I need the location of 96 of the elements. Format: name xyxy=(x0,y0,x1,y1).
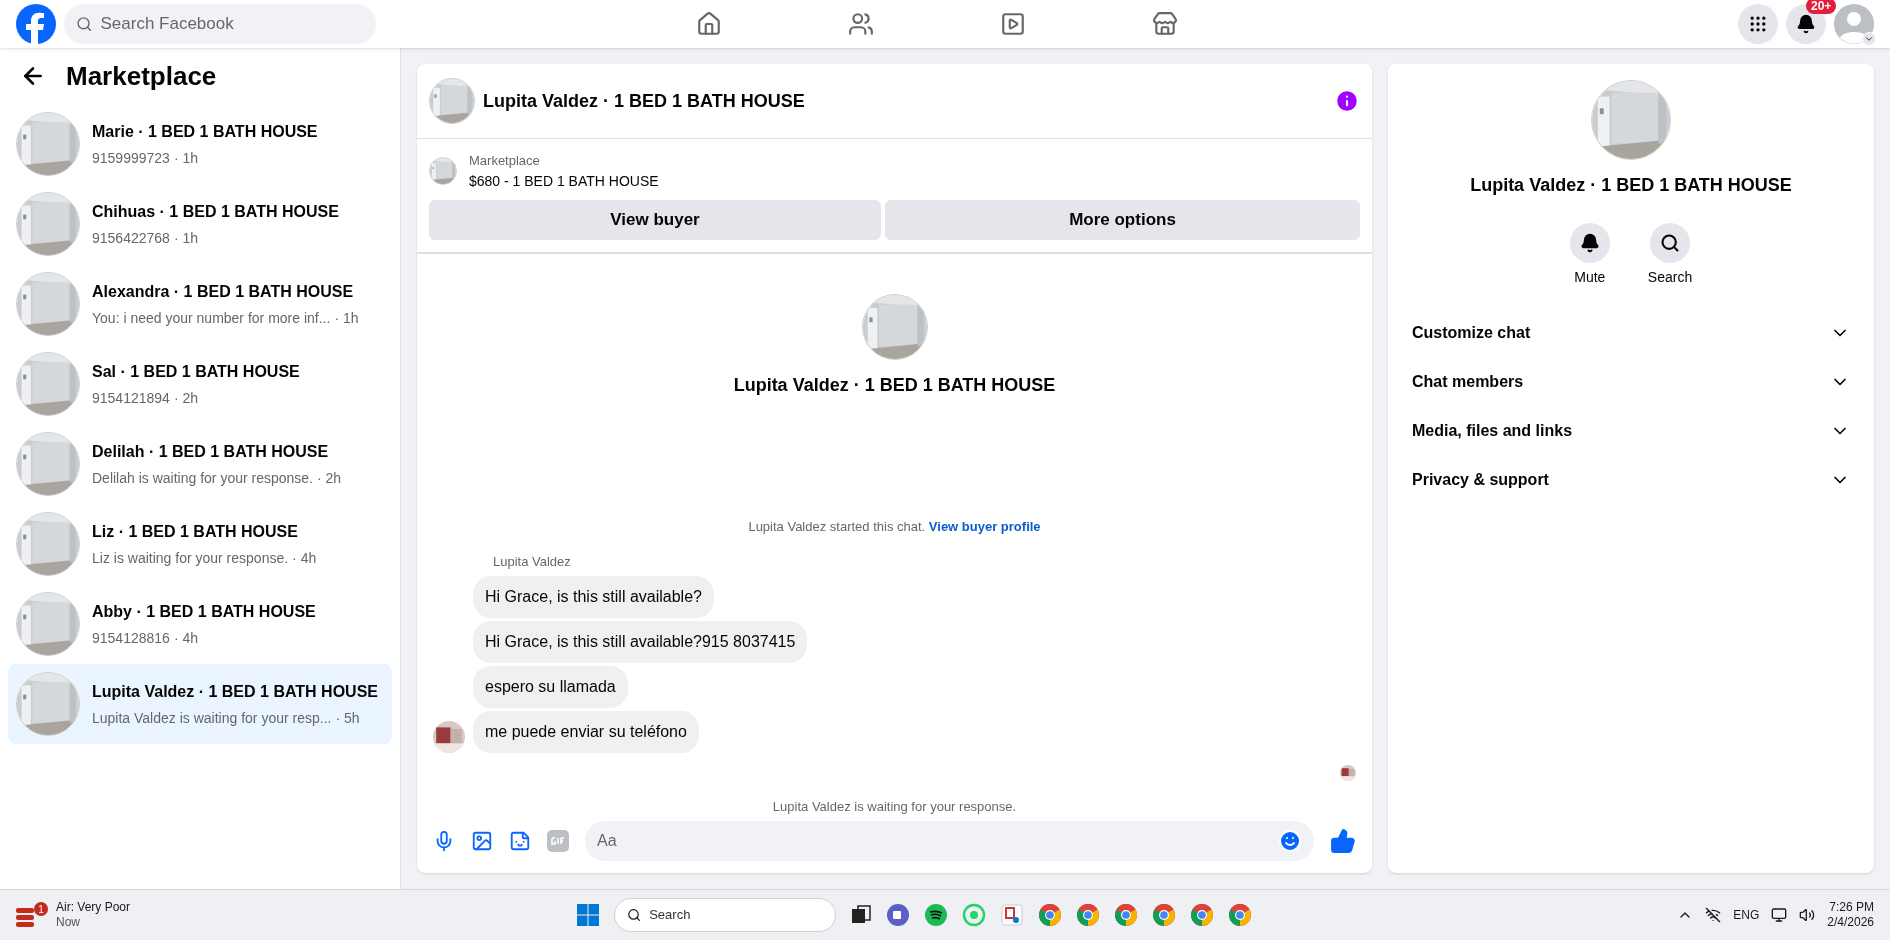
photo-icon[interactable] xyxy=(471,830,493,852)
caret-icon[interactable] xyxy=(1862,32,1876,46)
conversation-item[interactable]: Delilah · 1 BED 1 BATH HOUSE Delilah is waiting for your response. · 2h xyxy=(8,424,392,504)
conversation-title: Abby · 1 BED 1 BATH HOUSE xyxy=(92,601,316,622)
details-section[interactable]: Customize chat xyxy=(1404,308,1858,357)
task-view-icon[interactable] xyxy=(850,904,872,926)
search-input[interactable]: Search xyxy=(649,905,823,925)
message-input[interactable]: Aa xyxy=(597,829,1278,853)
conversation-preview: 9154121894 xyxy=(92,388,170,408)
conversation-preview: 9154128816 xyxy=(92,628,170,648)
bell-icon xyxy=(1796,14,1816,34)
conversation-time: · 1h xyxy=(173,228,198,248)
conversation-time: · 1h xyxy=(173,148,198,168)
weather-title: Air: Very Poor xyxy=(56,900,131,915)
menu-icon xyxy=(1748,14,1768,34)
conversation-title: Sal · 1 BED 1 BATH HOUSE xyxy=(92,361,300,382)
conversation-time: · 2h xyxy=(317,468,342,488)
message-field[interactable]: Aa xyxy=(585,821,1314,861)
action-button[interactable]: More options xyxy=(885,199,1360,240)
conversation-item[interactable]: Lupita Valdez · 1 BED 1 BATH HOUSE Lupita Valdez is waiting for your resp... · 5h xyxy=(8,664,392,744)
chat-started-text: Lupita Valdez started this chat. xyxy=(748,518,926,534)
notification-badge: 20+ xyxy=(1806,0,1837,14)
menu-button[interactable] xyxy=(1738,4,1778,44)
browser-icon[interactable] xyxy=(1076,903,1100,927)
browser-icon[interactable] xyxy=(1114,903,1138,927)
video-icon[interactable] xyxy=(1000,11,1026,37)
windows-icon[interactable] xyxy=(576,903,600,927)
conversation-time: · 4h xyxy=(292,548,317,568)
conversation-preview: Liz is waiting for your response. xyxy=(92,548,289,568)
message-bubble: Hi Grace, is this still available? xyxy=(473,575,714,618)
conversation-item[interactable]: Alexandra · 1 BED 1 BATH HOUSE You: i need your number for more inf... · 1h xyxy=(8,264,392,344)
chat-intro-title: Lupita Valdez · 1 BED 1 BATH HOUSE xyxy=(733,373,1056,397)
details-title: Lupita Valdez · 1 BED 1 BATH HOUSE xyxy=(1470,174,1792,197)
conversation-title: Chihuas · 1 BED 1 BATH HOUSE xyxy=(92,201,339,222)
volume-icon[interactable] xyxy=(1799,907,1816,923)
like-icon[interactable] xyxy=(1330,828,1356,854)
air-quality-icon[interactable] xyxy=(16,908,34,928)
details-section[interactable]: Media, files and links xyxy=(1404,406,1858,455)
chat-title: Lupita Valdez · 1 BED 1 BATH HOUSE xyxy=(483,89,805,113)
search-icon xyxy=(76,15,93,33)
listing-name: $680 - 1 BED 1 BATH HOUSE xyxy=(469,171,659,191)
browser-icon[interactable] xyxy=(1228,903,1252,927)
home-icon[interactable] xyxy=(696,11,722,37)
conversation-time: · 1h xyxy=(334,308,359,328)
friends-icon[interactable] xyxy=(848,11,874,37)
search-field[interactable]: Search Facebook xyxy=(64,4,376,44)
conversation-preview: You: i need your number for more inf... xyxy=(92,308,331,328)
action-button[interactable]: View buyer xyxy=(429,199,881,240)
conversation-time: · 4h xyxy=(173,628,198,648)
browser-icon[interactable] xyxy=(1152,903,1176,927)
buyer-profile-link[interactable]: View buyer profile xyxy=(928,518,1041,534)
message-bubble: Hi Grace, is this still available?915 8037415 xyxy=(473,620,808,663)
conversation-title: Liz · 1 BED 1 BATH HOUSE xyxy=(92,521,299,542)
conversation-title: Lupita Valdez · 1 BED 1 BATH HOUSE xyxy=(92,681,378,702)
bell-icon xyxy=(1579,233,1600,253)
details-section[interactable]: Chat members xyxy=(1404,357,1858,406)
conversation-preview: 9159999723 xyxy=(92,148,170,168)
conversation-item[interactable]: Sal · 1 BED 1 BATH HOUSE 9154121894 · 2h xyxy=(8,344,392,424)
language-indicator[interactable]: ENG xyxy=(1733,906,1760,924)
sender-name: Lupita Valdez xyxy=(493,553,572,571)
waiting-text: Lupita Valdez is waiting for your response. xyxy=(771,797,1018,816)
conversation-item[interactable]: Liz · 1 BED 1 BATH HOUSE Liz is waiting for your response. · 4h xyxy=(8,504,392,584)
conversation-time: · 2h xyxy=(173,388,198,408)
search-input[interactable]: Search Facebook xyxy=(100,11,364,37)
conversation-time: · 5h xyxy=(335,708,360,728)
display-icon[interactable] xyxy=(1771,907,1788,923)
logo-icon[interactable] xyxy=(16,4,56,44)
message-bubble: me puede enviar su teléfono xyxy=(473,710,699,753)
info-icon[interactable] xyxy=(1334,88,1360,114)
weather-badge: 1 xyxy=(34,902,48,916)
listing-source: Marketplace xyxy=(469,152,541,170)
conversation-item[interactable]: Marie · 1 BED 1 BATH HOUSE 9159999723 · 1h xyxy=(8,104,392,184)
taskbar-search-field[interactable]: Search xyxy=(614,898,836,932)
conversation-preview: 9156422768 xyxy=(92,228,170,248)
clock-date[interactable]: 2/4/2026 xyxy=(1827,915,1874,930)
sidebar-title: Marketplace xyxy=(66,59,217,93)
browser-icon[interactable] xyxy=(1038,903,1062,927)
conversation-title: Alexandra · 1 BED 1 BATH HOUSE xyxy=(92,281,355,302)
network-icon[interactable] xyxy=(1705,907,1722,923)
message-bubble: espero su llamada xyxy=(473,665,628,708)
sticker-icon[interactable] xyxy=(509,830,531,852)
conversation-title: Delilah · 1 BED 1 BATH HOUSE xyxy=(92,441,330,462)
emoji-icon[interactable] xyxy=(1278,829,1302,853)
weather-subtitle: Now xyxy=(56,915,81,930)
search-icon xyxy=(1660,233,1680,253)
clock-time[interactable]: 7:26 PM xyxy=(1829,900,1874,915)
search-icon xyxy=(627,907,642,923)
conversation-item[interactable]: Chihuas · 1 BED 1 BATH HOUSE 9156422768 · 1h xyxy=(8,184,392,264)
details-section[interactable]: Privacy & support xyxy=(1404,455,1858,504)
conversation-item[interactable]: Abby · 1 BED 1 BATH HOUSE 9154128816 · 4h xyxy=(8,584,392,664)
browser-icon[interactable] xyxy=(1190,903,1214,927)
conversation-preview: Lupita Valdez is waiting for your resp... xyxy=(92,708,332,728)
conversation-title: Marie · 1 BED 1 BATH HOUSE xyxy=(92,121,318,142)
marketplace-icon[interactable] xyxy=(1152,11,1178,37)
conversation-preview: Delilah is waiting for your response. xyxy=(92,468,313,488)
music-app-icon[interactable] xyxy=(924,903,948,927)
